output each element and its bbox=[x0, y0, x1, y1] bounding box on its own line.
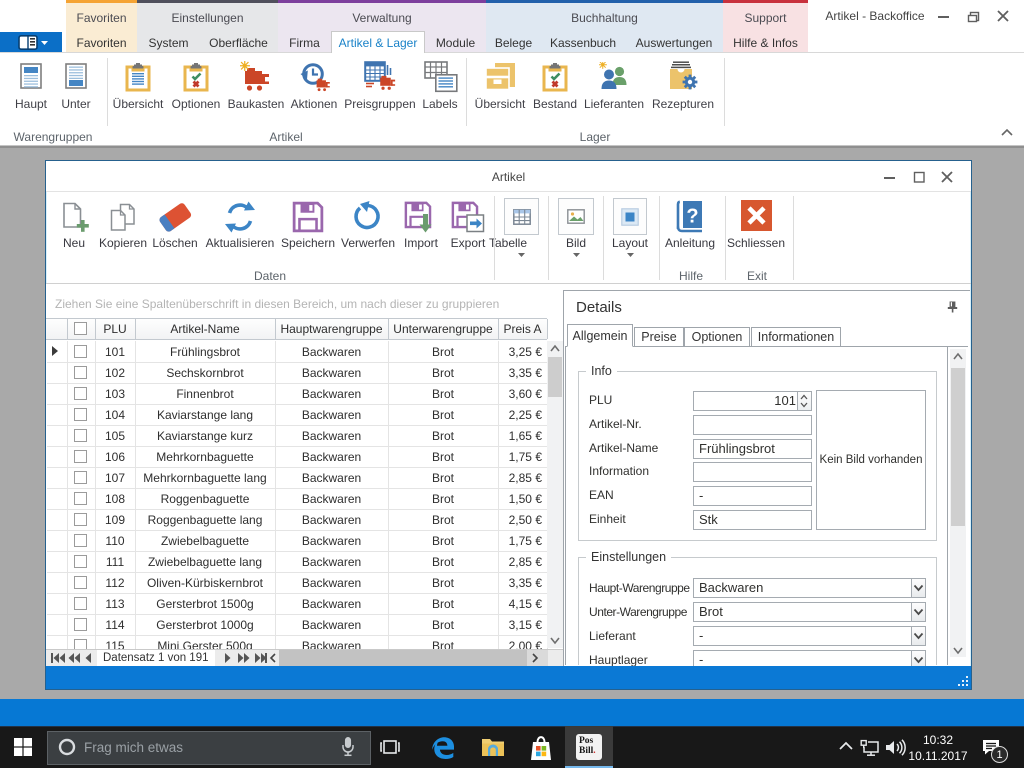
svg-text:?: ? bbox=[686, 206, 698, 228]
